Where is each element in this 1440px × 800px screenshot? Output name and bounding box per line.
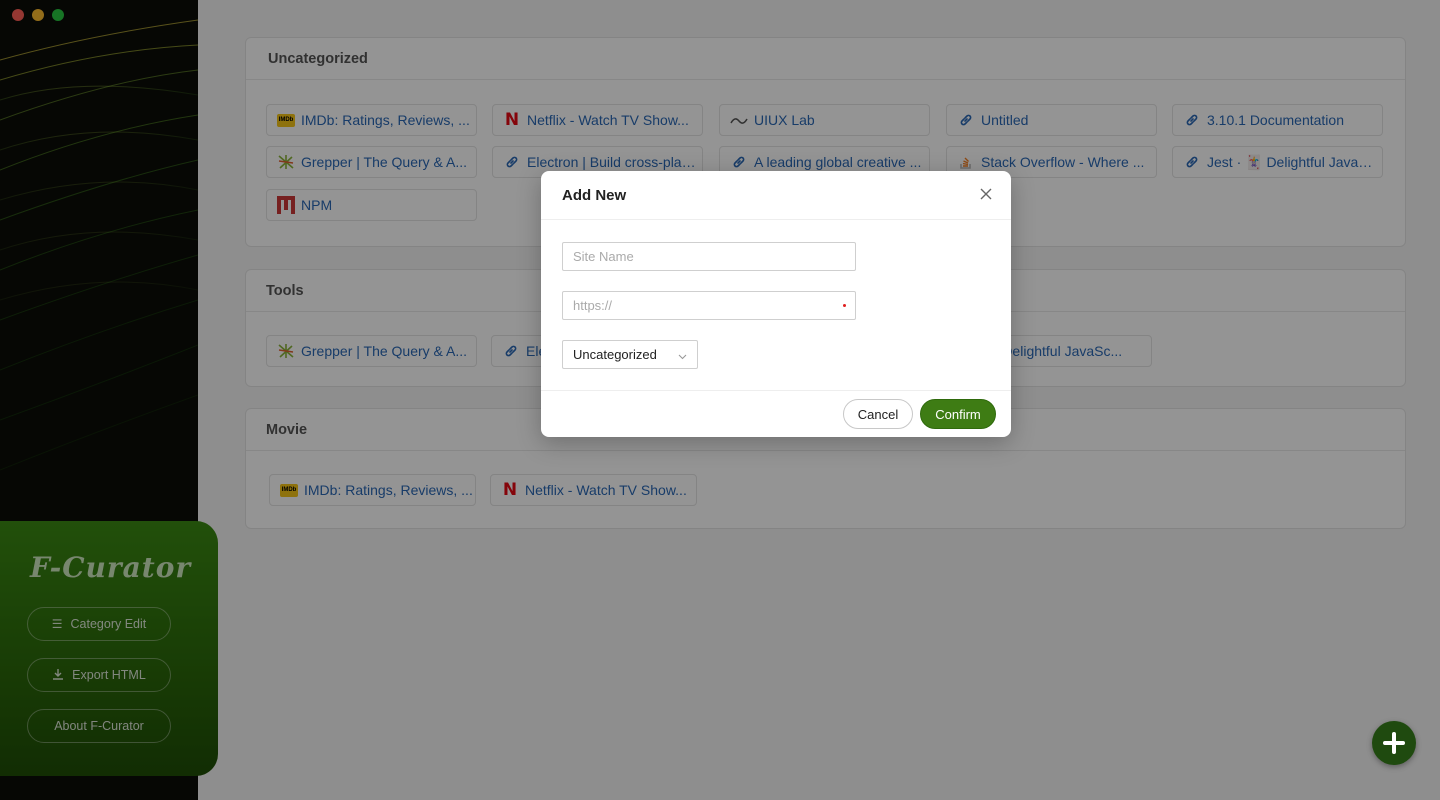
url-input[interactable] bbox=[562, 291, 856, 320]
category-select[interactable]: Uncategorized bbox=[562, 340, 698, 369]
required-indicator bbox=[843, 304, 846, 307]
cancel-button[interactable]: Cancel bbox=[843, 399, 913, 429]
chevron-down-icon bbox=[678, 349, 687, 360]
add-bookmark-button[interactable] bbox=[1372, 721, 1416, 765]
dialog-title: Add New bbox=[541, 171, 1011, 220]
plus-icon bbox=[1383, 732, 1405, 754]
dialog-footer-divider bbox=[541, 390, 1011, 391]
category-select-value: Uncategorized bbox=[573, 347, 657, 362]
site-name-input[interactable] bbox=[562, 242, 856, 271]
close-icon[interactable] bbox=[979, 187, 993, 201]
add-new-dialog: Add New Uncategorized Cancel Confirm bbox=[541, 171, 1011, 437]
confirm-button[interactable]: Confirm bbox=[920, 399, 996, 429]
